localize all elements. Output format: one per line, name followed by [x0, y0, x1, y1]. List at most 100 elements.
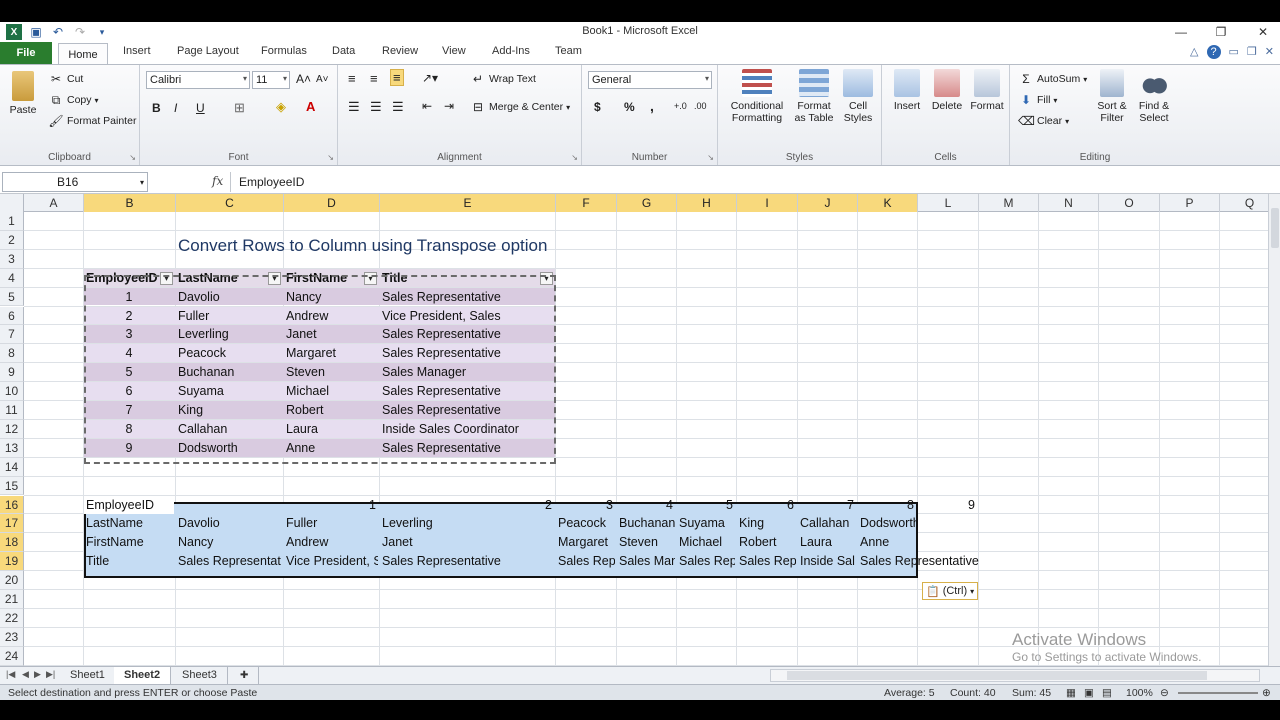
- cell[interactable]: 2: [380, 496, 554, 514]
- row-header[interactable]: 24: [0, 646, 24, 666]
- cell[interactable]: Inside Sal: [798, 552, 856, 570]
- column-header[interactable]: M: [979, 194, 1039, 212]
- cell[interactable]: Sales Rep: [737, 552, 796, 570]
- row-header[interactable]: 8: [0, 344, 24, 364]
- cell[interactable]: 1: [284, 496, 378, 514]
- row-header[interactable]: 2: [0, 230, 24, 250]
- normal-view-icon[interactable]: ▦: [1066, 687, 1076, 699]
- grow-font-icon[interactable]: A˄: [296, 72, 311, 86]
- name-box[interactable]: B16 ▾: [2, 172, 148, 192]
- last-sheet-icon[interactable]: ▶|: [46, 669, 55, 680]
- row-header[interactable]: 18: [0, 533, 24, 553]
- cell[interactable]: Margaret: [556, 533, 615, 551]
- row-header[interactable]: 3: [0, 249, 24, 269]
- tab-insert[interactable]: Insert: [123, 45, 151, 57]
- cell[interactable]: Sales Representative: [858, 552, 998, 570]
- next-sheet-icon[interactable]: ▶: [34, 669, 41, 680]
- row-header[interactable]: 9: [0, 363, 24, 383]
- cell[interactable]: EmployeeID: [84, 495, 174, 514]
- page-break-view-icon[interactable]: ▤: [1102, 687, 1112, 699]
- autosum-button[interactable]: Σ AutoSum ▾: [1018, 71, 1087, 87]
- font-name-select[interactable]: Calibri ▾: [146, 71, 250, 89]
- cell[interactable]: Davolio: [176, 514, 282, 532]
- tab-review[interactable]: Review: [382, 45, 418, 57]
- column-header[interactable]: J: [798, 194, 858, 212]
- page-layout-view-icon[interactable]: ▣: [1084, 687, 1094, 699]
- select-all-corner[interactable]: [0, 194, 24, 212]
- align-left-icon[interactable]: ☰: [348, 99, 360, 115]
- row-header[interactable]: 22: [0, 608, 24, 628]
- cell[interactable]: Peacock: [556, 514, 615, 532]
- minimize-icon[interactable]: —: [1166, 23, 1196, 41]
- cell[interactable]: Suyama: [677, 514, 735, 532]
- row-header[interactable]: 1: [0, 212, 24, 231]
- tab-data[interactable]: Data: [332, 45, 355, 57]
- close-icon[interactable]: ✕: [1248, 23, 1278, 41]
- row-header[interactable]: 16: [0, 495, 24, 515]
- row-header[interactable]: 7: [0, 325, 24, 345]
- tab-formulas[interactable]: Formulas: [261, 45, 307, 57]
- vertical-scrollbar[interactable]: [1268, 194, 1280, 688]
- fill-button[interactable]: ⬇ Fill ▾: [1018, 92, 1057, 108]
- cell[interactable]: Michael: [677, 533, 735, 551]
- decrease-indent-icon[interactable]: ⇤: [422, 99, 432, 113]
- bold-button[interactable]: B: [152, 101, 161, 115]
- row-header[interactable]: 17: [0, 514, 24, 534]
- cell[interactable]: Vice President, S: [284, 552, 378, 570]
- cell[interactable]: Dodsworth: [858, 514, 916, 532]
- currency-button[interactable]: $: [594, 100, 601, 114]
- increase-decimal-icon[interactable]: +.0: [674, 101, 687, 111]
- column-header[interactable]: C: [176, 194, 284, 212]
- cell[interactable]: Janet: [380, 533, 554, 551]
- help-icon[interactable]: ?: [1206, 45, 1221, 59]
- cell[interactable]: Nancy: [176, 533, 282, 551]
- column-header[interactable]: H: [677, 194, 737, 212]
- zoom-out-icon[interactable]: ⊖: [1160, 687, 1169, 699]
- cell[interactable]: 9: [918, 496, 977, 514]
- cell[interactable]: LastName: [84, 514, 174, 532]
- workbook-close-icon[interactable]: ✕: [1265, 45, 1274, 59]
- column-header[interactable]: I: [737, 194, 798, 212]
- insert-sheet-icon[interactable]: ✚: [230, 667, 260, 684]
- delete-cells-button[interactable]: Delete: [928, 69, 966, 112]
- cell[interactable]: 7: [798, 496, 856, 514]
- row-header[interactable]: 12: [0, 419, 24, 439]
- cell[interactable]: Sales Rep: [677, 552, 735, 570]
- row-header[interactable]: 20: [0, 571, 24, 590]
- row-header[interactable]: 14: [0, 457, 24, 477]
- font-size-select[interactable]: 11 ▾: [252, 71, 290, 89]
- cell[interactable]: Leverling: [380, 514, 554, 532]
- sheet-tab-3[interactable]: Sheet3: [172, 667, 228, 684]
- borders-icon[interactable]: ⊞: [234, 100, 245, 116]
- column-header[interactable]: D: [284, 194, 380, 212]
- vertical-scroll-thumb[interactable]: [1271, 208, 1279, 248]
- column-header[interactable]: E: [380, 194, 556, 212]
- format-painter-button[interactable]: 🖌 Format Painter: [48, 113, 136, 129]
- paste-button[interactable]: Paste: [6, 71, 40, 116]
- cell[interactable]: Sales Representative: [380, 552, 554, 570]
- align-center-icon[interactable]: ☰: [370, 99, 382, 115]
- wrap-text-button[interactable]: ↵ Wrap Text: [470, 71, 536, 87]
- cell[interactable]: Steven: [617, 533, 675, 551]
- align-middle-icon[interactable]: ≡: [370, 71, 378, 86]
- cell[interactable]: FirstName: [84, 533, 174, 551]
- find-select-button[interactable]: Find & Select: [1134, 69, 1174, 124]
- cell[interactable]: Fuller: [284, 514, 378, 532]
- row-header[interactable]: 6: [0, 306, 24, 326]
- column-header[interactable]: O: [1099, 194, 1160, 212]
- italic-button[interactable]: I: [174, 101, 177, 115]
- column-header[interactable]: K: [858, 194, 918, 212]
- cell[interactable]: Callahan: [798, 514, 856, 532]
- workbook-restore-icon[interactable]: ❐: [1247, 45, 1257, 59]
- comma-button[interactable]: ,: [650, 98, 654, 114]
- clipboard-launcher-icon[interactable]: ↘: [129, 153, 136, 162]
- cell[interactable]: Laura: [798, 533, 856, 551]
- insert-cells-button[interactable]: Insert: [888, 69, 926, 112]
- percent-button[interactable]: %: [624, 100, 635, 114]
- font-launcher-icon[interactable]: ↘: [327, 153, 334, 162]
- number-format-select[interactable]: General ▾: [588, 71, 712, 89]
- horizontal-scroll-thumb[interactable]: [787, 671, 1207, 680]
- sheet-tab-1[interactable]: Sheet1: [60, 667, 116, 684]
- cell[interactable]: 5: [677, 496, 735, 514]
- increase-indent-icon[interactable]: ⇥: [444, 99, 454, 113]
